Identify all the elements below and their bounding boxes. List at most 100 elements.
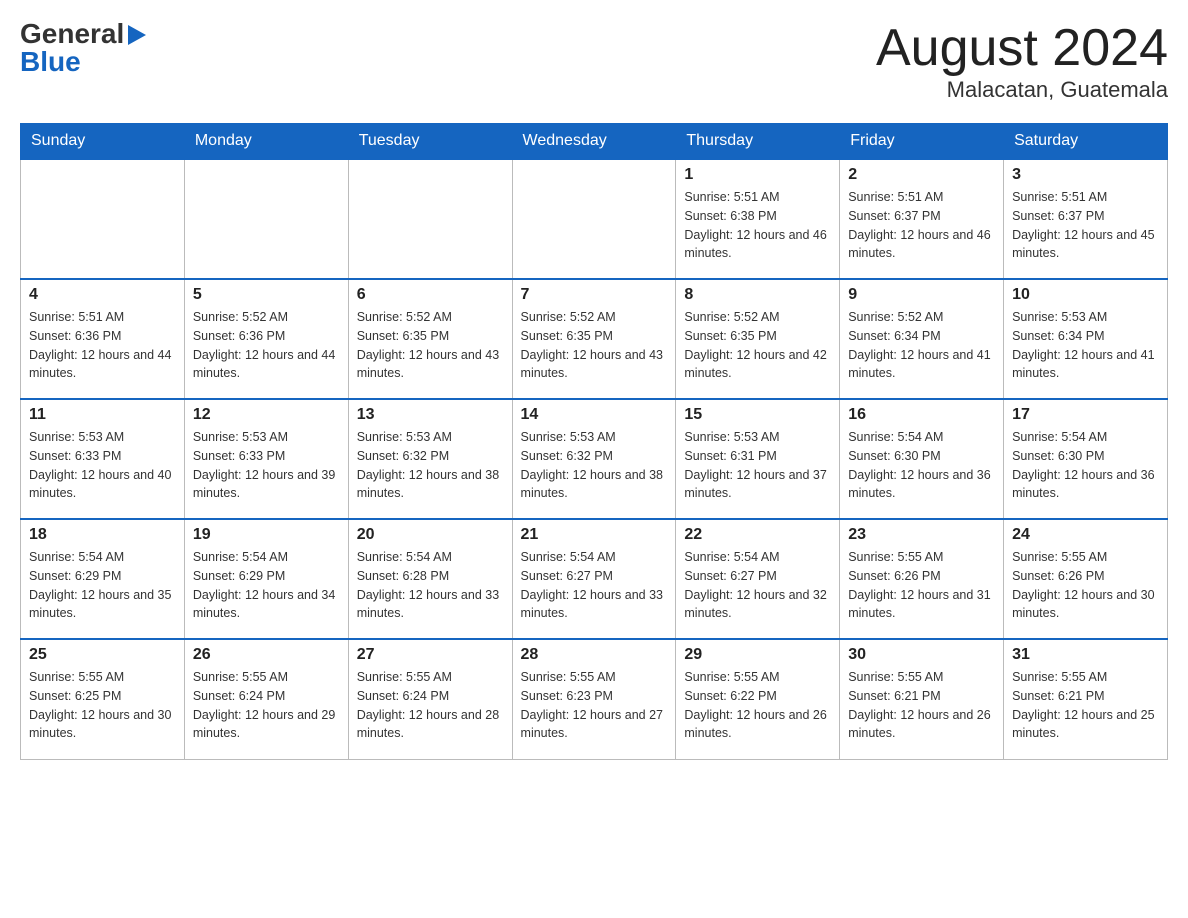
calendar-cell: 9Sunrise: 5:52 AMSunset: 6:34 PMDaylight…	[840, 279, 1004, 399]
day-number: 22	[684, 526, 831, 544]
day-info: Sunrise: 5:54 AMSunset: 6:30 PMDaylight:…	[848, 428, 995, 503]
day-info: Sunrise: 5:55 AMSunset: 6:21 PMDaylight:…	[848, 668, 995, 743]
day-number: 30	[848, 646, 995, 664]
day-info: Sunrise: 5:53 AMSunset: 6:32 PMDaylight:…	[357, 428, 504, 503]
day-number: 7	[521, 286, 668, 304]
calendar-cell: 7 Sunrise: 5:52 AMSunset: 6:35 PMDaylight…	[512, 279, 676, 399]
day-number: 26	[193, 646, 340, 664]
day-info: Sunrise: 5:55 AMSunset: 6:24 PMDaylight:…	[357, 668, 504, 743]
location-title: Malacatan, Guatemala	[876, 77, 1168, 103]
weekday-header-tuesday: Tuesday	[348, 124, 512, 160]
day-number: 10	[1012, 286, 1159, 304]
day-info: Sunrise: 5:54 AMSunset: 6:28 PMDaylight:…	[357, 548, 504, 623]
calendar-cell: 3 Sunrise: 5:51 AMSunset: 6:37 PMDaylight…	[1004, 159, 1168, 279]
day-number: 31	[1012, 646, 1159, 664]
day-number: 5	[193, 286, 340, 304]
day-info: Sunrise: 5:53 AMSunset: 6:33 PMDaylight:…	[29, 428, 176, 503]
calendar-week-0: 1 Sunrise: 5:51 AMSunset: 6:38 PMDaylight…	[21, 159, 1168, 279]
day-info: Sunrise: 5:54 AMSunset: 6:29 PMDaylight:…	[193, 548, 340, 623]
calendar-cell: 27 Sunrise: 5:55 AMSunset: 6:24 PMDayligh…	[348, 639, 512, 759]
day-info: Sunrise: 5:52 AMSunset: 6:35 PMDaylight:…	[521, 308, 668, 383]
day-info: Sunrise: 5:55 AMSunset: 6:24 PMDaylight:…	[193, 668, 340, 743]
day-number: 27	[357, 646, 504, 664]
calendar-cell: 18 Sunrise: 5:54 AMSunset: 6:29 PMDayligh…	[21, 519, 185, 639]
day-info: Sunrise: 5:52 AMSunset: 6:36 PMDaylight:…	[193, 308, 340, 383]
day-info: Sunrise: 5:53 AMSunset: 6:33 PMDaylight:…	[193, 428, 340, 503]
calendar-week-1: 4 Sunrise: 5:51 AMSunset: 6:36 PMDaylight…	[21, 279, 1168, 399]
calendar-cell: 15 Sunrise: 5:53 AMSunset: 6:31 PMDayligh…	[676, 399, 840, 519]
day-number: 24	[1012, 526, 1159, 544]
day-info: Sunrise: 5:55 AMSunset: 6:22 PMDaylight:…	[684, 668, 831, 743]
calendar-cell: 4 Sunrise: 5:51 AMSunset: 6:36 PMDaylight…	[21, 279, 185, 399]
weekday-header-saturday: Saturday	[1004, 124, 1168, 160]
calendar-cell: 5 Sunrise: 5:52 AMSunset: 6:36 PMDaylight…	[184, 279, 348, 399]
logo-blue-text: Blue	[20, 48, 81, 76]
day-info: Sunrise: 5:54 AMSunset: 6:27 PMDaylight:…	[521, 548, 668, 623]
day-number: 19	[193, 526, 340, 544]
calendar-table: SundayMondayTuesdayWednesdayThursdayFrid…	[20, 123, 1168, 760]
day-info: Sunrise: 5:54 AMSunset: 6:30 PMDaylight:…	[1012, 428, 1159, 503]
day-number: 4	[29, 286, 176, 304]
day-number: 2	[848, 166, 995, 184]
calendar-cell: 24 Sunrise: 5:55 AMSunset: 6:26 PMDayligh…	[1004, 519, 1168, 639]
calendar-cell: 22Sunrise: 5:54 AMSunset: 6:27 PMDayligh…	[676, 519, 840, 639]
day-info: Sunrise: 5:55 AMSunset: 6:21 PMDaylight:…	[1012, 668, 1159, 743]
day-info: Sunrise: 5:52 AMSunset: 6:35 PMDaylight:…	[357, 308, 504, 383]
day-info: Sunrise: 5:55 AMSunset: 6:26 PMDaylight:…	[848, 548, 995, 623]
day-info: Sunrise: 5:52 AMSunset: 6:35 PMDaylight:…	[684, 308, 831, 383]
calendar-cell	[21, 159, 185, 279]
day-number: 13	[357, 406, 504, 424]
calendar-cell: 20 Sunrise: 5:54 AMSunset: 6:28 PMDayligh…	[348, 519, 512, 639]
day-info: Sunrise: 5:52 AMSunset: 6:34 PMDaylight:…	[848, 308, 995, 383]
calendar-week-3: 18 Sunrise: 5:54 AMSunset: 6:29 PMDayligh…	[21, 519, 1168, 639]
calendar-cell: 26 Sunrise: 5:55 AMSunset: 6:24 PMDayligh…	[184, 639, 348, 759]
weekday-header-monday: Monday	[184, 124, 348, 160]
day-number: 6	[357, 286, 504, 304]
calendar-cell: 6 Sunrise: 5:52 AMSunset: 6:35 PMDaylight…	[348, 279, 512, 399]
title-area: August 2024 Malacatan, Guatemala	[876, 20, 1168, 103]
day-info: Sunrise: 5:51 AMSunset: 6:36 PMDaylight:…	[29, 308, 176, 383]
calendar-cell: 16Sunrise: 5:54 AMSunset: 6:30 PMDayligh…	[840, 399, 1004, 519]
weekday-header-wednesday: Wednesday	[512, 124, 676, 160]
day-info: Sunrise: 5:54 AMSunset: 6:29 PMDaylight:…	[29, 548, 176, 623]
calendar-cell: 14Sunrise: 5:53 AMSunset: 6:32 PMDayligh…	[512, 399, 676, 519]
calendar-cell: 30 Sunrise: 5:55 AMSunset: 6:21 PMDayligh…	[840, 639, 1004, 759]
month-title: August 2024	[876, 20, 1168, 77]
calendar-cell: 21 Sunrise: 5:54 AMSunset: 6:27 PMDayligh…	[512, 519, 676, 639]
calendar-cell: 11Sunrise: 5:53 AMSunset: 6:33 PMDayligh…	[21, 399, 185, 519]
calendar-week-2: 11Sunrise: 5:53 AMSunset: 6:33 PMDayligh…	[21, 399, 1168, 519]
calendar-cell: 8 Sunrise: 5:52 AMSunset: 6:35 PMDaylight…	[676, 279, 840, 399]
calendar-cell: 17 Sunrise: 5:54 AMSunset: 6:30 PMDayligh…	[1004, 399, 1168, 519]
calendar-body: 1 Sunrise: 5:51 AMSunset: 6:38 PMDaylight…	[21, 159, 1168, 759]
logo-general-text: General	[20, 20, 124, 48]
day-number: 25	[29, 646, 176, 664]
weekday-header-thursday: Thursday	[676, 124, 840, 160]
day-number: 15	[684, 406, 831, 424]
day-number: 20	[357, 526, 504, 544]
day-number: 21	[521, 526, 668, 544]
day-number: 3	[1012, 166, 1159, 184]
weekday-header-sunday: Sunday	[21, 124, 185, 160]
calendar-cell: 10 Sunrise: 5:53 AMSunset: 6:34 PMDayligh…	[1004, 279, 1168, 399]
calendar-cell	[348, 159, 512, 279]
day-info: Sunrise: 5:55 AMSunset: 6:26 PMDaylight:…	[1012, 548, 1159, 623]
day-info: Sunrise: 5:55 AMSunset: 6:25 PMDaylight:…	[29, 668, 176, 743]
calendar-cell: 28Sunrise: 5:55 AMSunset: 6:23 PMDayligh…	[512, 639, 676, 759]
calendar-cell: 13 Sunrise: 5:53 AMSunset: 6:32 PMDayligh…	[348, 399, 512, 519]
logo: General Blue	[20, 20, 146, 76]
calendar-cell: 12Sunrise: 5:53 AMSunset: 6:33 PMDayligh…	[184, 399, 348, 519]
calendar-cell: 19 Sunrise: 5:54 AMSunset: 6:29 PMDayligh…	[184, 519, 348, 639]
calendar-cell: 31 Sunrise: 5:55 AMSunset: 6:21 PMDayligh…	[1004, 639, 1168, 759]
day-info: Sunrise: 5:53 AMSunset: 6:31 PMDaylight:…	[684, 428, 831, 503]
calendar-cell: 25 Sunrise: 5:55 AMSunset: 6:25 PMDayligh…	[21, 639, 185, 759]
day-info: Sunrise: 5:53 AMSunset: 6:34 PMDaylight:…	[1012, 308, 1159, 383]
day-info: Sunrise: 5:53 AMSunset: 6:32 PMDaylight:…	[521, 428, 668, 503]
day-number: 8	[684, 286, 831, 304]
day-number: 18	[29, 526, 176, 544]
day-number: 1	[684, 166, 831, 184]
day-number: 17	[1012, 406, 1159, 424]
day-info: Sunrise: 5:51 AMSunset: 6:37 PMDaylight:…	[1012, 188, 1159, 263]
calendar-cell	[512, 159, 676, 279]
day-info: Sunrise: 5:51 AMSunset: 6:38 PMDaylight:…	[684, 188, 831, 263]
day-info: Sunrise: 5:55 AMSunset: 6:23 PMDaylight:…	[521, 668, 668, 743]
